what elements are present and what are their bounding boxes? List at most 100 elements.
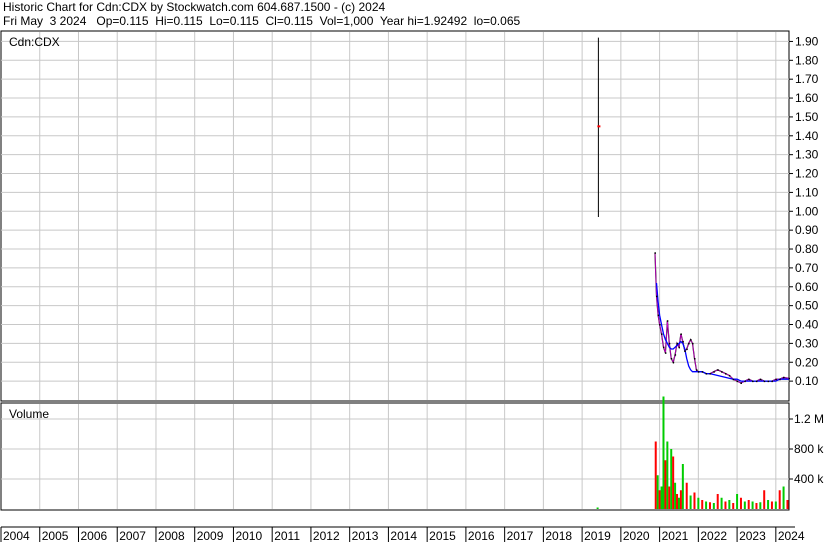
price-point (705, 373, 708, 375)
price-y-tick-label: 0.30 (795, 336, 819, 350)
volume-bar (701, 500, 704, 509)
price-y-tick-label: 0.50 (795, 299, 819, 313)
volume-axis: 400 k 800 k 1.2 M (789, 412, 824, 486)
price-point (692, 342, 694, 345)
price-point (664, 352, 667, 354)
volume-bar (668, 486, 671, 509)
price-point (788, 377, 790, 380)
price-point (661, 333, 663, 335)
price-point (717, 369, 719, 371)
volume-bar (743, 501, 746, 509)
price-point (668, 342, 671, 345)
volume-bar (770, 501, 773, 509)
volume-bar (693, 492, 696, 509)
x-tick-label: 2010 (235, 529, 262, 543)
price-y-tick-label: 0.20 (795, 355, 819, 369)
x-tick-label: 2022 (700, 529, 727, 543)
x-tick-label: 2017 (507, 529, 534, 543)
volume-bar (672, 456, 675, 509)
price-point (748, 378, 750, 381)
volume-bar (679, 490, 682, 509)
price-y-tick-label: 1.10 (795, 185, 819, 199)
x-tick-label: 2015 (429, 529, 456, 543)
volume-bar (728, 500, 731, 509)
price-y-tick-label: 1.40 (795, 129, 819, 143)
volume-bar (654, 441, 657, 509)
volume-bar (705, 501, 708, 509)
volume-bar (747, 500, 750, 509)
price-point (755, 380, 758, 383)
price-point (744, 380, 746, 383)
price-y-tick-label: 1.70 (795, 72, 819, 86)
volume-bar (596, 507, 599, 509)
price-point (678, 346, 680, 349)
price-point (736, 380, 739, 383)
price-point (682, 340, 684, 343)
volume-bar (658, 490, 661, 509)
volume-bar (786, 500, 789, 509)
volume-bar (674, 482, 677, 509)
volume-bar (681, 464, 684, 509)
x-tick-label: 2004 (3, 529, 30, 543)
x-tick-label: 2021 (662, 529, 689, 543)
price-point (693, 357, 696, 360)
price-point (728, 374, 731, 377)
price-point (709, 373, 711, 375)
price-point (670, 357, 673, 360)
x-tick-label: 2019 (584, 529, 611, 543)
price-y-tick-label: 0.80 (795, 242, 819, 256)
price-point (752, 380, 754, 383)
volume-bar (676, 494, 679, 509)
x-tick-label: 2014 (390, 529, 417, 543)
volume-y-tick-label: 1.2 M (794, 412, 824, 426)
price-point (732, 378, 735, 381)
volume-bar (759, 502, 762, 509)
price-y-tick-label: 0.60 (795, 280, 819, 294)
price-point (680, 333, 682, 335)
volume-bar (782, 486, 785, 509)
price-point (684, 350, 686, 352)
x-tick-label: 2006 (80, 529, 107, 543)
price-point (656, 295, 658, 298)
price-point (695, 369, 698, 371)
price-point (662, 346, 665, 349)
price-point (740, 382, 742, 385)
volume-bar (732, 503, 735, 509)
volume-panel-label: Volume (9, 407, 49, 421)
x-tick-label: 2020 (623, 529, 650, 543)
price-point (783, 376, 785, 379)
x-tick-label: 2018 (545, 529, 572, 543)
volume-bar (670, 449, 673, 509)
volume-bar (664, 460, 667, 509)
x-tick-label: 2011 (274, 529, 300, 543)
price-panel (0, 30, 790, 402)
volume-bar (666, 441, 669, 509)
price-y-tick-label: 1.30 (795, 148, 819, 162)
price-point (690, 339, 692, 341)
price-point (721, 371, 723, 373)
price-point (654, 252, 656, 254)
volume-bar (708, 502, 711, 509)
volume-y-tick-label: 400 k (794, 472, 824, 486)
price-axis: 0.10 0.20 0.30 0.40 0.50 0.60 0.70 0.80 0.90 1.00… (789, 34, 819, 388)
price-y-tick-label: 1.90 (795, 34, 819, 48)
price-point (763, 380, 766, 383)
price-panel-label: Cdn:CDX (9, 35, 60, 49)
x-tick-label: 2008 (158, 529, 185, 543)
volume-bar (724, 501, 727, 509)
price-y-tick-label: 1.50 (795, 110, 819, 124)
price-point (688, 342, 690, 345)
x-tick-label: 2016 (468, 529, 495, 543)
x-axis: 2004 2005 2006 2007 2008 2009 2010 2011 2012 2013… (0, 527, 805, 543)
price-point (686, 348, 688, 351)
volume-bar (712, 503, 715, 509)
volume-y-tick-label: 800 k (794, 442, 824, 456)
volume-bar (778, 490, 781, 509)
x-tick-label: 2024 (778, 529, 805, 543)
price-point (657, 314, 660, 317)
volume-bar (697, 497, 700, 509)
volume-bar (739, 497, 742, 509)
volume-bar (736, 494, 739, 509)
price-point (779, 378, 781, 381)
stock-chart: 0.10 0.20 0.30 0.40 0.50 0.60 0.70 0.80 0.90 1.00… (0, 30, 824, 543)
